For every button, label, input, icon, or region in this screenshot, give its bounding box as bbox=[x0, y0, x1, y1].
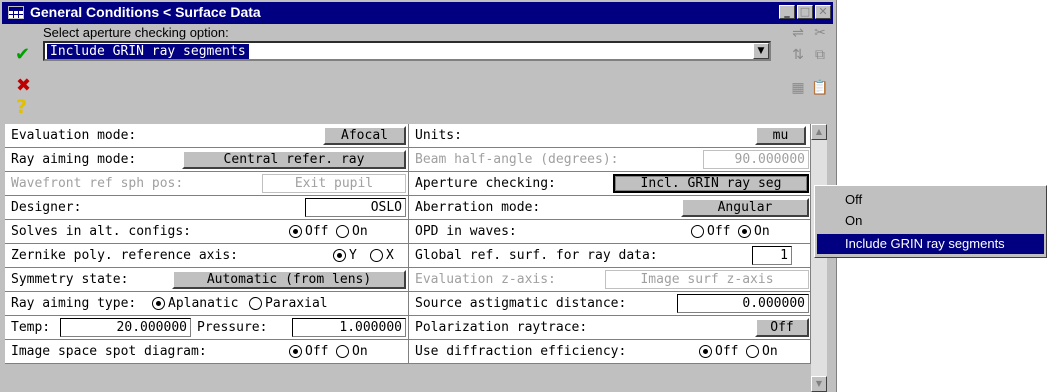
window-title: General Conditions < Surface Data bbox=[30, 4, 261, 20]
spot-on-radio[interactable] bbox=[336, 345, 349, 358]
symmetry-state-button[interactable]: Automatic (from lens) bbox=[172, 270, 406, 289]
opd-off-radio[interactable] bbox=[691, 225, 704, 238]
paraxial-radio[interactable] bbox=[249, 297, 262, 310]
grid-row: Temp: 20.000000 Pressure: 1.000000 Polar… bbox=[5, 316, 811, 340]
insert-row-icon[interactable]: ⇌ bbox=[789, 24, 807, 42]
grid-row: Evaluation mode: Afocal Units: mu bbox=[5, 124, 811, 148]
grid-row: Solves in alt. configs: Off On OPD in wa… bbox=[5, 220, 811, 244]
vertical-scrollbar[interactable]: ▲ ▼ bbox=[811, 124, 827, 392]
close-button[interactable]: ✕ bbox=[815, 5, 831, 19]
polarization-button[interactable]: Off bbox=[755, 318, 809, 337]
scroll-up-icon[interactable]: ▲ bbox=[811, 124, 827, 140]
temperature-field[interactable]: 20.000000 bbox=[60, 318, 191, 337]
grid-row: Image space spot diagram: Off On Use dif… bbox=[5, 340, 811, 364]
aperture-option-combo[interactable]: Include GRIN ray segments ▼ bbox=[43, 41, 771, 61]
aperture-dropdown-menu: Off On Include GRIN ray segments bbox=[814, 185, 1047, 258]
designer-field[interactable]: OSLO bbox=[305, 198, 406, 217]
sort-icon[interactable]: ⇅ bbox=[789, 46, 807, 64]
aberration-mode-button[interactable]: Angular bbox=[681, 198, 809, 217]
global-ref-surf-cell: Global ref. surf. for ray data: 1 bbox=[409, 244, 811, 268]
aperture-checking-cell: Aperture checking: Incl. GRIN ray seg bbox=[409, 172, 811, 196]
grid-row: Wavefront ref sph pos: Exit pupil Apertu… bbox=[5, 172, 811, 196]
maximize-button[interactable]: □ bbox=[797, 5, 813, 19]
menu-item-off[interactable]: Off bbox=[817, 190, 1044, 210]
diffraction-on-radio[interactable] bbox=[746, 345, 759, 358]
menu-item-on[interactable]: On bbox=[817, 211, 1044, 231]
diffraction-efficiency-cell: Use diffraction efficiency: Off On bbox=[409, 340, 811, 364]
polarization-cell: Polarization raytrace: Off bbox=[409, 316, 811, 340]
minimize-button[interactable]: _ bbox=[779, 5, 795, 19]
opd-on-radio[interactable] bbox=[738, 225, 751, 238]
global-ref-surf-field[interactable]: 1 bbox=[752, 246, 792, 265]
temp-pressure-cell: Temp: 20.000000 Pressure: 1.000000 bbox=[5, 316, 409, 340]
aperture-checking-button[interactable]: Incl. GRIN ray seg bbox=[613, 174, 809, 193]
zernike-x-radio[interactable] bbox=[370, 249, 383, 262]
grid-icon[interactable]: ▦ bbox=[789, 79, 807, 97]
title-bar[interactable]: General Conditions < Surface Data _ □ ✕ bbox=[2, 2, 833, 24]
source-astig-field[interactable]: 0.000000 bbox=[677, 294, 809, 313]
ray-aiming-mode-button[interactable]: Central refer. ray bbox=[182, 150, 406, 169]
solves-off-radio[interactable] bbox=[289, 225, 302, 238]
scroll-down-icon[interactable]: ▼ bbox=[811, 376, 827, 392]
spot-off-radio[interactable] bbox=[289, 345, 302, 358]
grid-row: Ray aiming type: Aplanatic Paraxial Sour… bbox=[5, 292, 811, 316]
x-icon[interactable]: ✖ bbox=[16, 75, 31, 96]
copy-icon[interactable]: ⧉ bbox=[811, 46, 829, 64]
general-conditions-window: General Conditions < Surface Data _ □ ✕ … bbox=[0, 0, 837, 392]
evaluation-z-axis-field[interactable]: Image surf z-axis bbox=[605, 270, 809, 289]
spot-diagram-cell: Image space spot diagram: Off On bbox=[5, 340, 409, 364]
evaluation-mode-cell: Evaluation mode: Afocal bbox=[5, 124, 409, 148]
ray-aiming-type-cell: Ray aiming type: Aplanatic Paraxial bbox=[5, 292, 409, 316]
opd-in-waves-cell: OPD in waves: Off On bbox=[409, 220, 811, 244]
diffraction-off-radio[interactable] bbox=[699, 345, 712, 358]
question-icon[interactable]: ? bbox=[16, 96, 27, 118]
solves-on-radio[interactable] bbox=[336, 225, 349, 238]
grid-row: Zernike poly. reference axis: Y X Global… bbox=[5, 244, 811, 268]
solves-alt-configs-cell: Solves in alt. configs: Off On bbox=[5, 220, 409, 244]
symmetry-state-cell: Symmetry state: Automatic (from lens) bbox=[5, 268, 409, 292]
cut-icon[interactable]: ✂ bbox=[811, 24, 829, 42]
check-icon[interactable]: ✔ bbox=[15, 44, 30, 65]
designer-cell: Designer: OSLO bbox=[5, 196, 409, 220]
paste-icon[interactable]: 📋 bbox=[811, 79, 829, 97]
beam-half-angle-cell: Beam half-angle (degrees): 90.000000 bbox=[409, 148, 811, 172]
grid-row: Symmetry state: Automatic (from lens) Ev… bbox=[5, 268, 811, 292]
units-button[interactable]: mu bbox=[755, 126, 806, 145]
aplanatic-radio[interactable] bbox=[152, 297, 165, 310]
zernike-y-radio[interactable] bbox=[333, 249, 346, 262]
pressure-field[interactable]: 1.000000 bbox=[292, 318, 406, 337]
units-cell: Units: mu bbox=[409, 124, 811, 148]
grid-row: Designer: OSLO Aberration mode: Angular bbox=[5, 196, 811, 220]
chevron-down-icon[interactable]: ▼ bbox=[753, 43, 769, 59]
menu-item-include-grin[interactable]: Include GRIN ray segments bbox=[817, 234, 1044, 254]
spreadsheet-icon bbox=[8, 6, 24, 19]
ray-aiming-mode-cell: Ray aiming mode: Central refer. ray bbox=[5, 148, 409, 172]
evaluation-mode-button[interactable]: Afocal bbox=[323, 126, 406, 145]
wavefront-ref-field[interactable]: Exit pupil bbox=[262, 174, 406, 193]
wavefront-ref-cell: Wavefront ref sph pos: Exit pupil bbox=[5, 172, 409, 196]
surface-data-grid: Evaluation mode: Afocal Units: mu Ray ai… bbox=[5, 124, 833, 392]
beam-half-angle-field[interactable]: 90.000000 bbox=[703, 150, 809, 169]
evaluation-z-axis-cell: Evaluation z-axis: Image surf z-axis bbox=[409, 268, 811, 292]
zernike-axis-cell: Zernike poly. reference axis: Y X bbox=[5, 244, 409, 268]
grid-row: Ray aiming mode: Central refer. ray Beam… bbox=[5, 148, 811, 172]
source-astig-cell: Source astigmatic distance: 0.000000 bbox=[409, 292, 811, 316]
prompt-label: Select aperture checking option: bbox=[43, 25, 229, 40]
aberration-mode-cell: Aberration mode: Angular bbox=[409, 196, 811, 220]
combo-selected-value: Include GRIN ray segments bbox=[47, 44, 249, 59]
